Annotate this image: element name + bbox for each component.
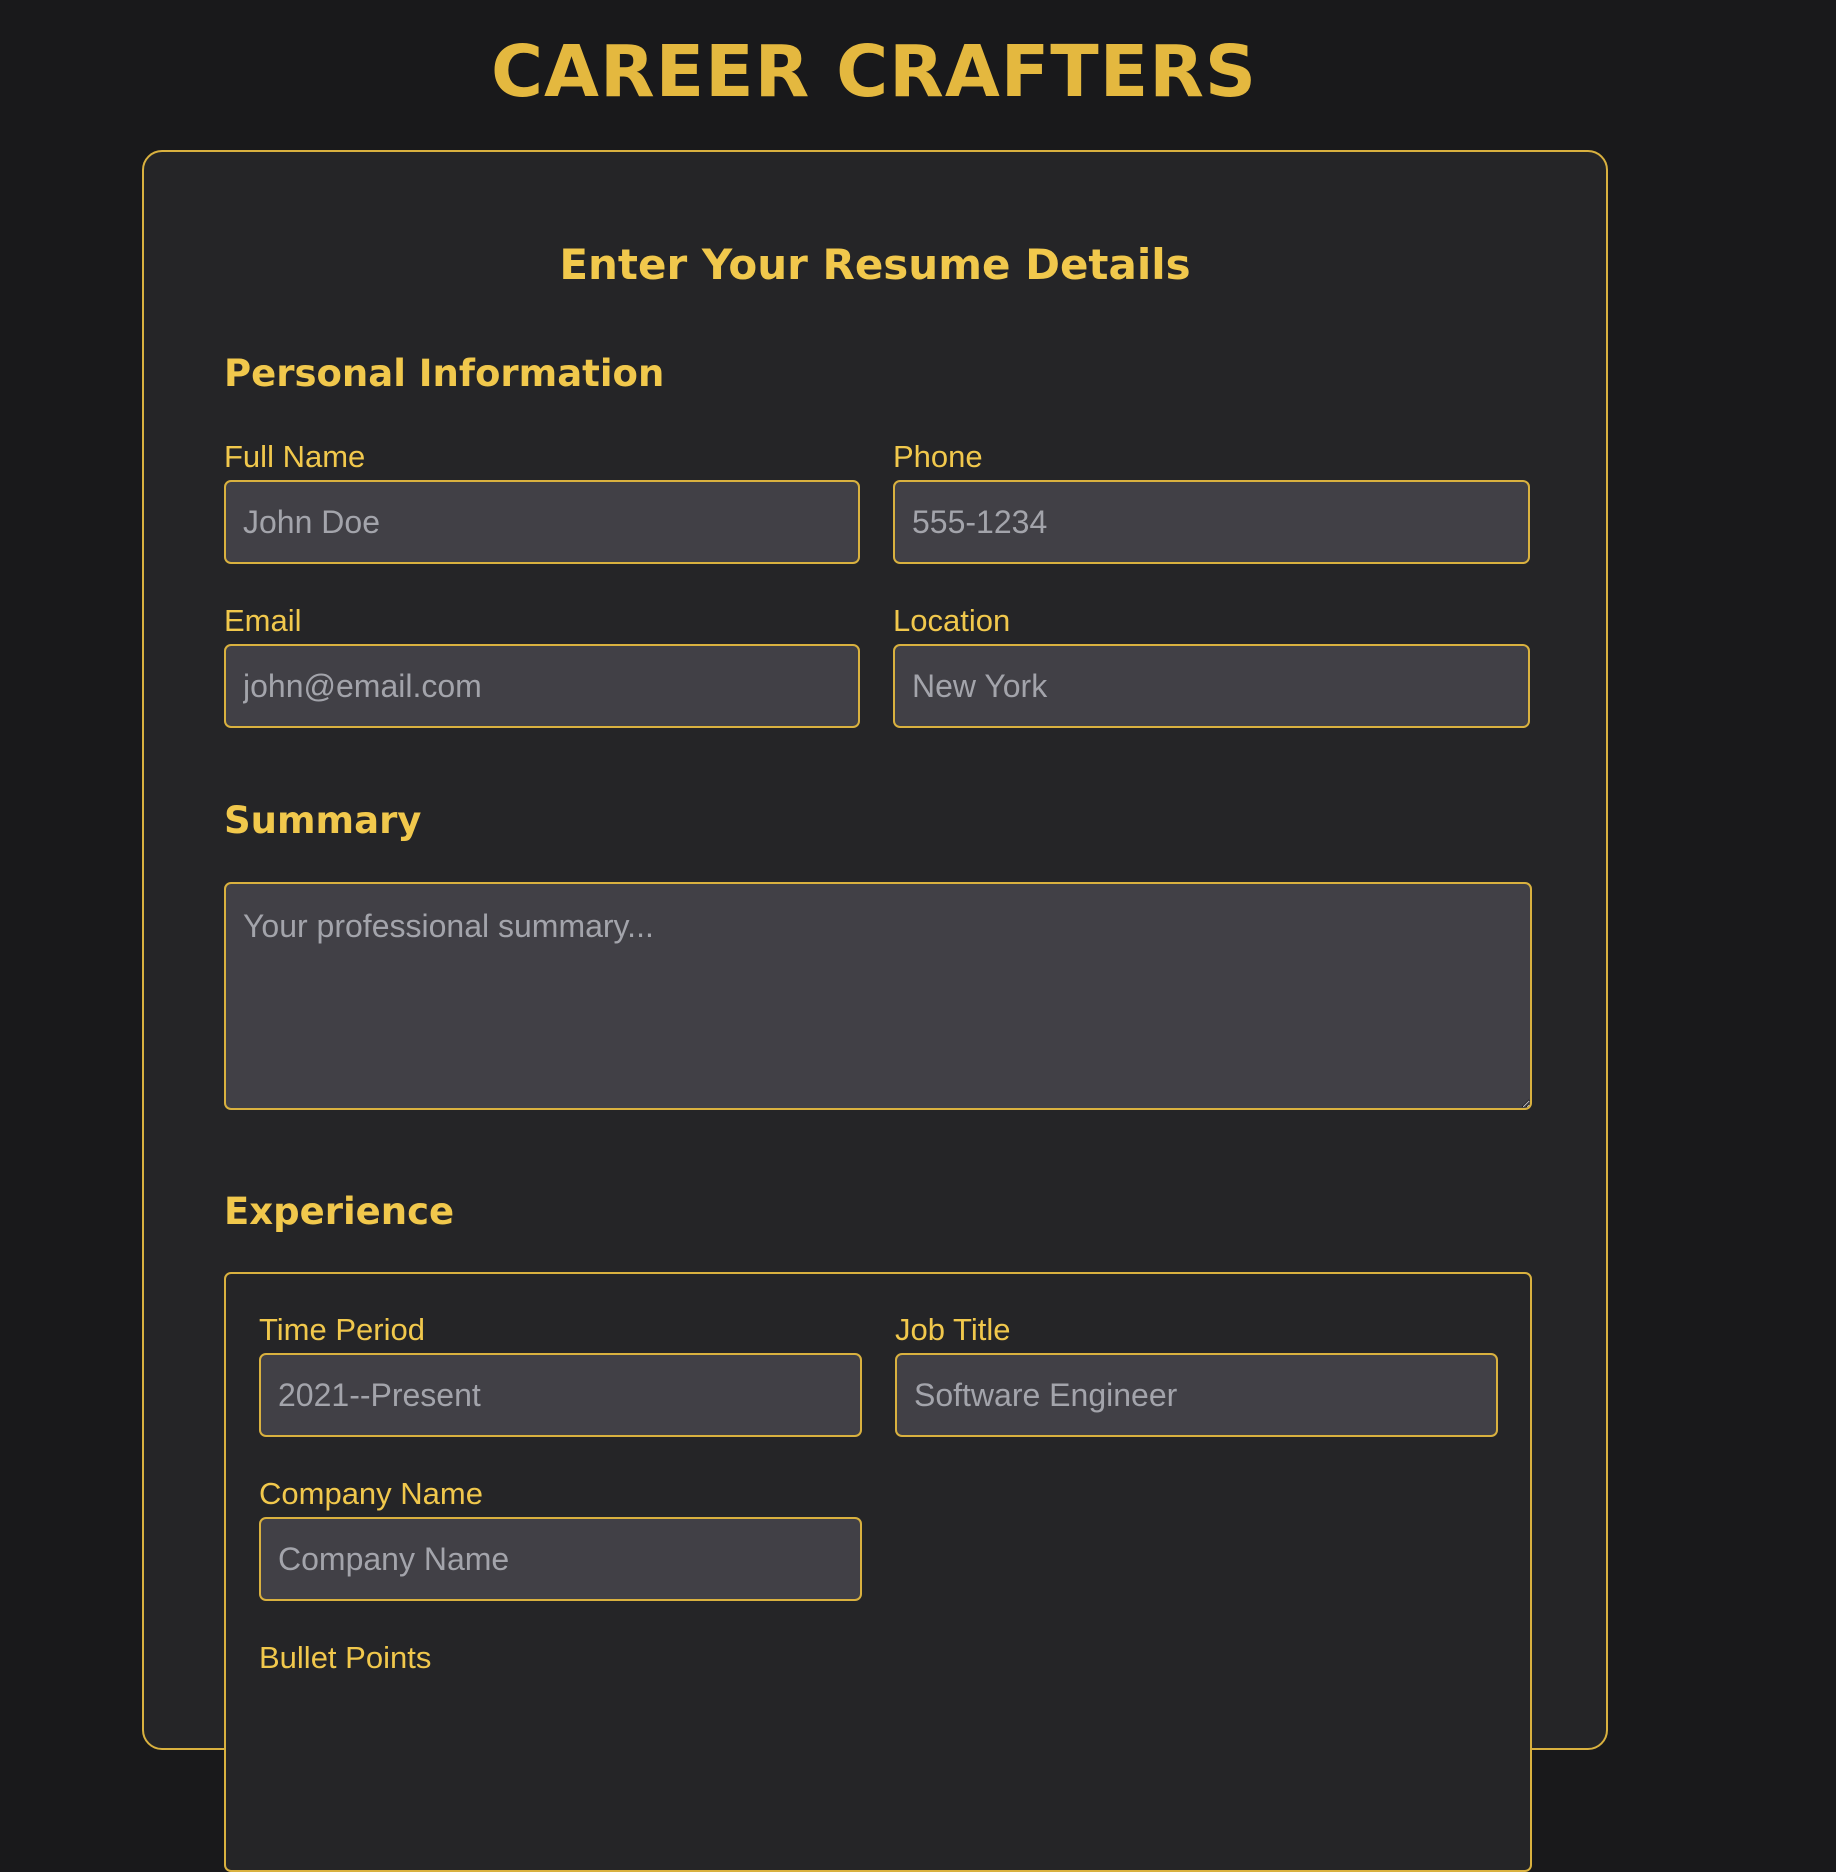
email-label: Email xyxy=(224,603,302,638)
summary-textarea[interactable] xyxy=(224,882,1532,1110)
company-name-label: Company Name xyxy=(259,1476,483,1511)
location-label: Location xyxy=(893,603,1011,638)
phone-label: Phone xyxy=(893,439,983,474)
time-period-label: Time Period xyxy=(259,1312,425,1347)
bullet-points-label: Bullet Points xyxy=(259,1640,432,1675)
email-input[interactable] xyxy=(224,644,860,728)
experience-entry-card: Time Period Job Title Company Name Bulle… xyxy=(224,1272,1532,1872)
company-name-input[interactable] xyxy=(259,1517,862,1601)
job-title-label: Job Title xyxy=(895,1312,1011,1347)
section-title-experience: Experience xyxy=(224,1190,455,1233)
full-name-label: Full Name xyxy=(224,439,366,474)
time-period-input[interactable] xyxy=(259,1353,862,1437)
section-title-summary: Summary xyxy=(224,799,422,842)
form-title: Enter Your Resume Details xyxy=(559,240,1191,289)
job-title-input[interactable] xyxy=(895,1353,1498,1437)
full-name-input[interactable] xyxy=(224,480,860,564)
phone-input[interactable] xyxy=(893,480,1530,564)
location-input[interactable] xyxy=(893,644,1530,728)
app-brand-title: CAREER CRAFTERS xyxy=(490,30,1258,113)
resume-form-card: Enter Your Resume Details Personal Infor… xyxy=(142,150,1608,1872)
section-title-personal-information: Personal Information xyxy=(224,352,665,395)
